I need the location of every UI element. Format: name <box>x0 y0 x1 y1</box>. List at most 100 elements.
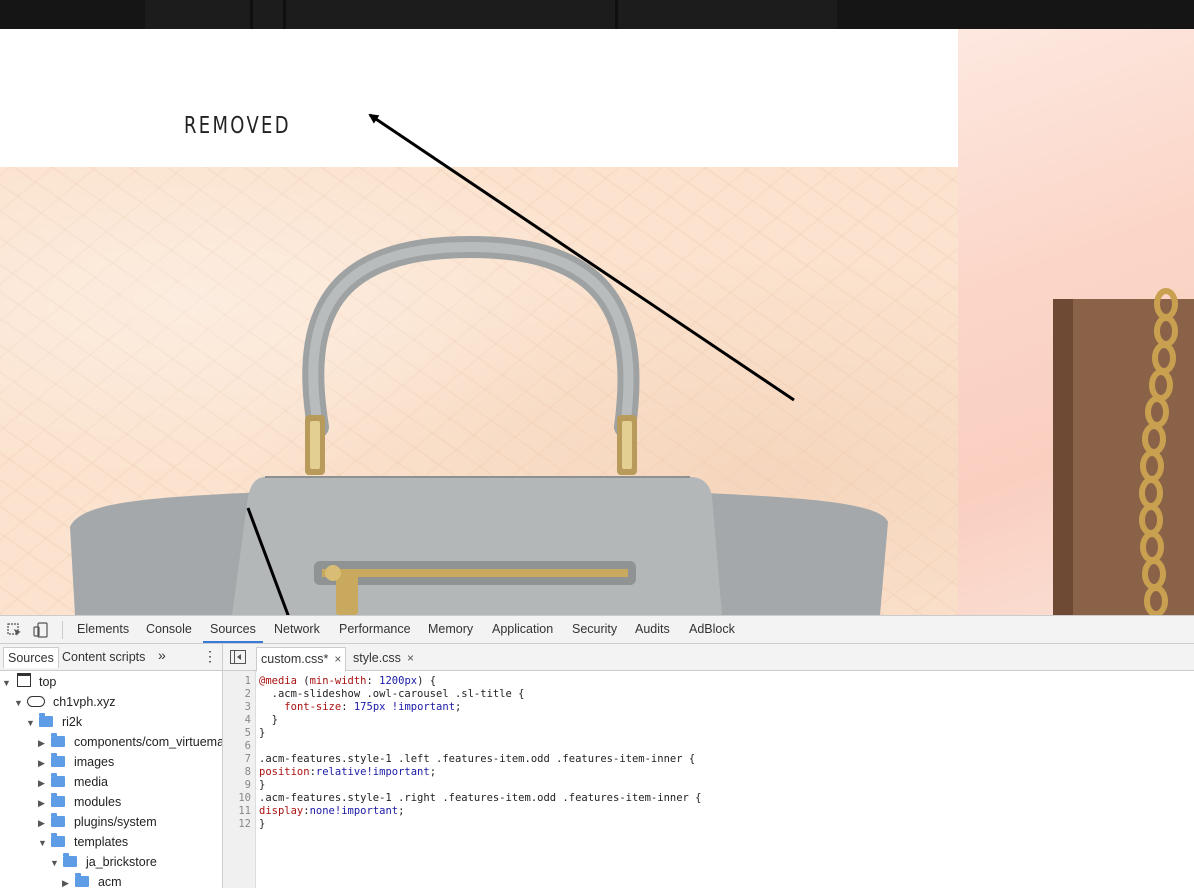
tree-item-top[interactable]: ▼ top <box>2 672 56 692</box>
tab-network[interactable]: Network <box>273 616 321 643</box>
line-number: 10 <box>238 792 251 804</box>
code-line[interactable]: position:relative!important; <box>259 766 436 779</box>
code-line[interactable]: .acm-features.style-1 .right .features-i… <box>259 792 702 805</box>
folder-icon <box>51 813 66 827</box>
close-icon[interactable]: × <box>334 652 341 666</box>
tree-item-folder[interactable]: ▼ ja_brickstore <box>50 852 157 872</box>
line-number: 6 <box>244 740 251 752</box>
more-tabs-icon[interactable]: » <box>158 647 166 663</box>
tab-audits[interactable]: Audits <box>634 616 671 643</box>
code-token: } <box>259 727 266 739</box>
editor-tab-label: style.css <box>353 651 401 665</box>
code-token: position <box>259 766 310 778</box>
code-token: @media <box>259 675 297 687</box>
code-line[interactable]: font-size: 175px !important; <box>259 701 461 714</box>
file-tree: ▼ top ▼ ch1vph.xyz ▼ ri2k ▶ components/c… <box>0 671 223 888</box>
collapse-arrow-icon[interactable]: ▶ <box>38 813 48 833</box>
line-number: 4 <box>244 714 251 726</box>
side-product-image[interactable] <box>958 29 1194 615</box>
collapse-arrow-icon[interactable]: ▶ <box>38 753 48 773</box>
expand-arrow-icon[interactable]: ▼ <box>50 853 60 873</box>
devtools-toolbar: Elements Console Sources Network Perform… <box>0 616 1194 644</box>
tab-performance[interactable]: Performance <box>338 616 412 643</box>
brown-bag-image <box>1053 288 1194 615</box>
tree-item-folder[interactable]: ▶ components/com_virtuemart <box>38 732 222 753</box>
code-token: .acm-slideshow .owl-carousel .sl-title { <box>259 688 525 700</box>
expand-arrow-icon[interactable]: ▼ <box>2 673 12 693</box>
code-line[interactable]: } <box>259 727 265 740</box>
code-token: : <box>341 701 354 713</box>
code-token: 175px <box>353 701 386 713</box>
navigator-tabbar: Sources Content scripts » ⋮ <box>0 644 223 671</box>
code-line[interactable]: .acm-features.style-1 .left .features-it… <box>259 753 695 766</box>
code-token: } <box>259 714 278 726</box>
expand-arrow-icon[interactable]: ▼ <box>14 693 24 713</box>
code-line[interactable]: display:none!important; <box>259 805 404 818</box>
code-token: : <box>366 675 380 687</box>
content-panel: REMOVED <box>0 29 958 167</box>
navigator-tab-sources[interactable]: Sources <box>3 647 59 668</box>
tree-item-label: acm <box>97 875 122 888</box>
tree-item-label: modules <box>73 795 122 809</box>
code-line[interactable]: } <box>259 714 278 727</box>
code-token: ) { <box>417 675 437 687</box>
code-line[interactable]: } <box>259 818 265 831</box>
tab-security[interactable]: Security <box>571 616 618 643</box>
tree-item-folder[interactable]: ▶ acm <box>62 872 122 888</box>
expand-arrow-icon[interactable]: ▼ <box>26 713 36 733</box>
frame-icon <box>17 673 32 687</box>
navigator-menu-icon[interactable]: ⋮ <box>203 648 217 665</box>
editor-tab-style-css[interactable]: style.css × <box>349 647 418 670</box>
tab-console[interactable]: Console <box>145 616 193 643</box>
code-token: !important <box>366 766 430 778</box>
site-logo-banner <box>145 0 837 29</box>
line-number-gutter: 1 2 3 4 5 6 7 8 9 10 11 12 <box>223 671 256 888</box>
line-number: 8 <box>244 766 251 778</box>
close-icon[interactable]: × <box>407 651 414 665</box>
navigator-tab-content-scripts[interactable]: Content scripts <box>62 647 145 667</box>
code-line[interactable]: } <box>259 779 265 792</box>
collapse-arrow-icon[interactable]: ▶ <box>62 873 72 888</box>
tab-elements[interactable]: Elements <box>76 616 130 643</box>
folder-icon <box>63 853 78 867</box>
collapse-arrow-icon[interactable]: ▶ <box>38 793 48 813</box>
tab-sources[interactable]: Sources <box>203 616 263 643</box>
editor-tab-custom-css[interactable]: custom.css* × <box>256 647 347 672</box>
tree-item-folder[interactable]: ▶ plugins/system <box>38 812 157 832</box>
folder-icon <box>51 793 66 807</box>
cloud-icon <box>27 696 46 707</box>
code-token: } <box>259 779 266 791</box>
tab-memory[interactable]: Memory <box>427 616 474 643</box>
code-token: ( <box>296 675 310 687</box>
hero-banner[interactable] <box>0 167 958 615</box>
toolbar-divider <box>62 621 63 639</box>
code-token: !important <box>391 701 456 713</box>
expand-arrow-icon[interactable]: ▼ <box>38 833 48 853</box>
tree-item-domain[interactable]: ▼ ch1vph.xyz <box>14 692 116 712</box>
folder-icon <box>51 833 66 847</box>
line-number: 7 <box>244 753 251 765</box>
code-token: 1200px <box>379 675 418 687</box>
collapse-arrow-icon[interactable]: ▶ <box>38 733 48 753</box>
collapse-arrow-icon[interactable]: ▶ <box>38 773 48 793</box>
line-number: 3 <box>244 701 251 713</box>
tab-application[interactable]: Application <box>491 616 554 643</box>
inspect-element-icon[interactable] <box>6 621 24 639</box>
tree-item-folder[interactable]: ▼ templates <box>38 832 128 852</box>
code-token: .acm-features.style-1 .right .features-i… <box>259 792 702 804</box>
tab-adblock[interactable]: AdBlock <box>688 616 736 643</box>
device-toolbar-icon[interactable] <box>32 621 50 639</box>
line-number: 5 <box>244 727 251 739</box>
code-line[interactable]: @media (min-width: 1200px) { <box>259 675 436 688</box>
tree-item-label: top <box>38 675 57 689</box>
folder-icon <box>51 773 66 787</box>
folder-icon <box>39 713 54 727</box>
tree-item-folder[interactable]: ▶ media <box>38 772 108 792</box>
tree-item-folder[interactable]: ▼ ri2k <box>26 712 82 732</box>
tree-item-folder[interactable]: ▶ images <box>38 752 114 772</box>
tree-item-folder[interactable]: ▶ modules <box>38 792 121 812</box>
code-token: ; <box>398 805 405 817</box>
code-line[interactable]: .acm-slideshow .owl-carousel .sl-title { <box>259 688 525 701</box>
toggle-navigator-icon[interactable] <box>230 650 246 664</box>
